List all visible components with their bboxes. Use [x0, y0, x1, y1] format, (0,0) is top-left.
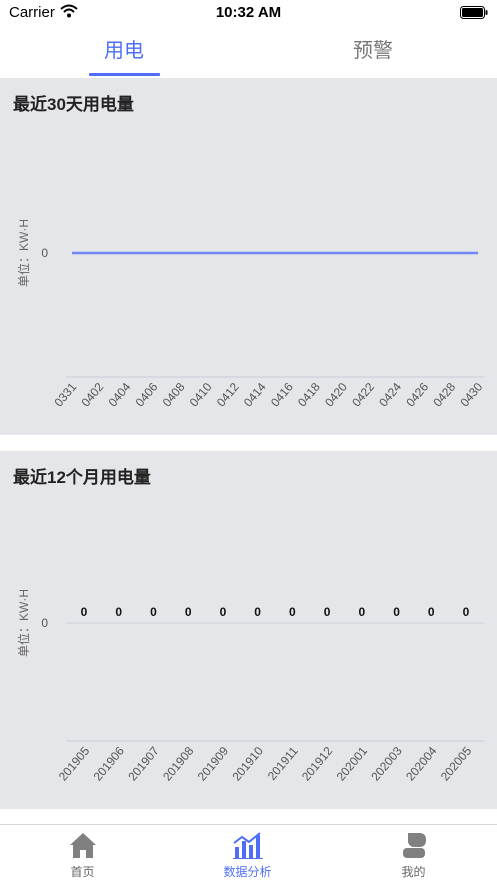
x-tick-label: 0418 [295, 380, 323, 410]
segment-tabs: 用电 预警 [0, 26, 497, 78]
x-tick-label: 201906 [91, 744, 128, 784]
daily-usage-title: 最近30天用电量 [13, 95, 134, 114]
x-tick-label: 0424 [376, 380, 404, 410]
bar-data-label: 0 [463, 605, 470, 619]
bar-data-label: 0 [115, 605, 122, 619]
x-tick-label: 201912 [299, 744, 336, 784]
chart-icon [232, 831, 264, 864]
daily-usage-chart: 0 单位：KW·H 0331 0402 0404 0406 0408 0410 0412 0414… [16, 219, 486, 410]
x-tick-label: 0414 [241, 380, 269, 410]
bar-data-label: 0 [220, 605, 227, 619]
x-tick-label: 0416 [268, 380, 296, 410]
bar-data-label: 0 [254, 605, 261, 619]
profile-icon [400, 831, 428, 864]
bar-data-label: 0 [324, 605, 331, 619]
bar-data-label: 0 [81, 605, 88, 619]
x-tick-label: 0331 [51, 380, 79, 410]
nav-profile[interactable]: 我的 [330, 825, 497, 884]
x-tick-label: 202003 [368, 744, 405, 784]
daily-usage-panel: 0 单位：KW·H 0331 0402 0404 0406 0408 0410 0412 0414… [0, 78, 497, 435]
bar-data-label: 0 [358, 605, 365, 619]
clock: 10:32 AM [215, 4, 282, 21]
x-tick-label: 201910 [229, 744, 266, 784]
bar-data-label: 0 [393, 605, 400, 619]
x-tick-label: 0428 [430, 380, 458, 410]
x-tick-label: 201908 [160, 744, 197, 784]
status-bar: Carrier 10:32 AM [0, 0, 497, 26]
nav-data-analysis[interactable]: 数据分析 [165, 825, 330, 884]
home-icon [68, 831, 98, 864]
y-axis-unit-label: 单位：KW·H [16, 219, 31, 287]
x-tick-label: 202004 [403, 744, 440, 784]
x-tick-label: 0410 [187, 380, 215, 410]
y-tick-label: 0 [41, 246, 48, 260]
x-tick-label: 0420 [322, 380, 350, 410]
bar-data-label: 0 [428, 605, 435, 619]
x-tick-label: 201909 [195, 744, 232, 784]
x-tick-label: 0430 [457, 380, 485, 410]
x-tick-label: 201907 [125, 744, 162, 784]
bar-data-label: 0 [150, 605, 157, 619]
monthly-usage-title: 最近12个月用电量 [13, 468, 151, 487]
x-tick-label: 0408 [160, 380, 188, 410]
nav-profile-label: 我的 [401, 865, 426, 879]
monthly-usage-chart: 0 单位：KW·H 0 201905 0 201906 0 201907 0 201908 0 201… [16, 589, 484, 784]
x-tick-label: 202005 [438, 744, 475, 784]
bar-data-label: 0 [185, 605, 192, 619]
active-tab-indicator [89, 73, 160, 76]
x-tick-label: 0402 [78, 380, 106, 410]
battery-icon [460, 6, 488, 24]
bottom-tab-bar: 首页 数据分析 我的 [0, 824, 497, 884]
nav-home-label: 首页 [70, 865, 95, 879]
x-tick-label: 0412 [214, 380, 242, 410]
monthly-usage-panel: 0 单位：KW·H 0 201905 0 201906 0 201907 0 201908 0 201… [0, 451, 497, 809]
x-tick-label: 202001 [334, 744, 371, 784]
x-tick-label: 201905 [56, 744, 93, 784]
x-tick-label: 201911 [265, 744, 301, 783]
tab-electricity[interactable]: 用电 [0, 34, 248, 63]
x-tick-label: 0406 [133, 380, 161, 410]
x-tick-label: 0404 [106, 380, 134, 410]
tab-warning[interactable]: 预警 [249, 34, 497, 63]
nav-home[interactable]: 首页 [0, 825, 165, 884]
x-tick-label: 0426 [403, 380, 431, 410]
y-tick-label: 0 [41, 616, 48, 630]
bar-data-label: 0 [289, 605, 296, 619]
nav-data-analysis-label: 数据分析 [223, 865, 272, 879]
x-tick-label: 0422 [349, 380, 377, 410]
y-axis-unit-label: 单位：KW·H [16, 589, 31, 657]
